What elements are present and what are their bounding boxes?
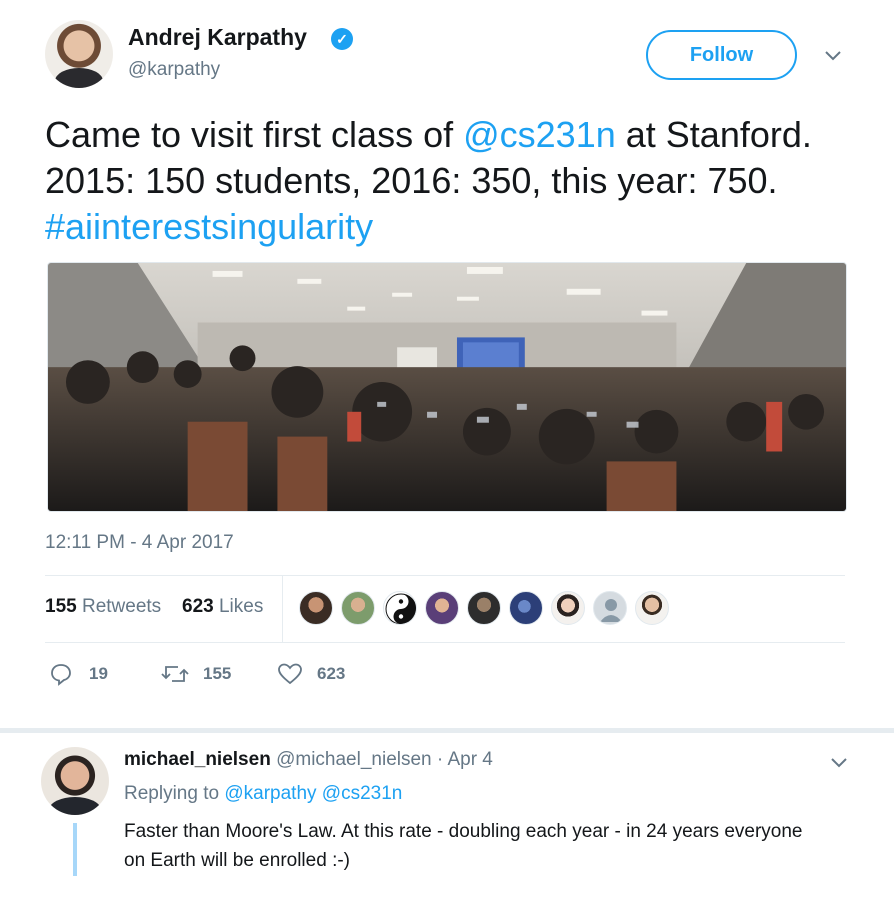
retweets-label: Retweets (81, 596, 162, 617)
like-button[interactable]: 623 (277, 656, 357, 692)
liker-avatar[interactable] (341, 591, 375, 625)
reply-icon (51, 664, 71, 686)
reply-header: michael_nielsen @michael_nielsen · Apr 4 (124, 749, 493, 771)
reply-author-handle[interactable]: @michael_nielsen (276, 749, 432, 770)
mention-link[interactable]: @cs231n (463, 114, 616, 155)
likes-count: 623 (182, 596, 214, 617)
liker-avatar[interactable] (425, 591, 459, 625)
author-handle[interactable]: @karpathy (128, 59, 220, 81)
hashtag-link[interactable]: #aiinterestsingularity (45, 206, 373, 247)
replying-to-label: Replying to (124, 783, 225, 804)
liker-avatar[interactable] (551, 591, 585, 625)
tweet-photo[interactable] (47, 262, 847, 512)
verified-badge-icon: ✓ (331, 28, 353, 50)
chevron-down-icon[interactable] (822, 44, 844, 66)
default-avatar[interactable] (593, 591, 627, 625)
reply-count: 19 (89, 664, 108, 683)
bottom-edge (0, 876, 894, 902)
tweet-text: Came to visit first class of @cs231n at … (45, 112, 855, 250)
like-count: 623 (317, 664, 346, 683)
replying-to-mention[interactable]: @karpathy (224, 783, 316, 804)
likes-label: Likes (218, 596, 264, 617)
liker-avatar[interactable] (635, 591, 669, 625)
thread-line (73, 823, 77, 878)
author-name[interactable]: Andrej Karpathy (128, 24, 307, 51)
reply-tweet[interactable]: michael_nielsen @michael_nielsen · Apr 4… (0, 733, 894, 878)
replying-to: Replying to @karpathy @cs231n (124, 783, 402, 805)
divider (45, 642, 845, 643)
reply-author-avatar[interactable] (41, 747, 109, 815)
liker-avatar[interactable] (299, 591, 333, 625)
chevron-down-icon[interactable] (828, 751, 850, 773)
liker-avatar[interactable] (509, 591, 543, 625)
reply-text: Faster than Moore's Law. At this rate - … (124, 821, 803, 871)
retweets-stat[interactable]: 155 Retweets (45, 596, 161, 618)
retweets-count: 155 (45, 596, 77, 617)
tweet-text-part: Came to visit first class of (45, 114, 464, 155)
follow-button[interactable]: Follow (646, 30, 797, 80)
default-user-icon (600, 599, 622, 622)
yin-yang-icon (385, 593, 416, 624)
reply-author-name[interactable]: michael_nielsen (124, 749, 271, 770)
reply-date[interactable]: · Apr 4 (432, 749, 493, 770)
tweet-card: Andrej Karpathy ✓ @karpathy Follow Came … (0, 0, 894, 732)
reply-button[interactable]: 19 (49, 656, 119, 692)
retweet-icon (161, 666, 189, 682)
liker-avatar[interactable] (383, 591, 417, 625)
retweet-count: 155 (203, 664, 232, 683)
replying-to-mention[interactable]: @cs231n (322, 783, 403, 804)
tweet-stats: 155 Retweets 623 Likes (45, 576, 845, 642)
likes-stat[interactable]: 623 Likes (182, 596, 263, 618)
author-avatar[interactable] (45, 20, 113, 88)
liker-avatar[interactable] (467, 591, 501, 625)
stats-divider (282, 576, 283, 642)
retweet-button[interactable]: 155 (161, 656, 241, 692)
tweet-timestamp[interactable]: 12:11 PM - 4 Apr 2017 (45, 532, 234, 554)
like-icon (278, 663, 302, 685)
